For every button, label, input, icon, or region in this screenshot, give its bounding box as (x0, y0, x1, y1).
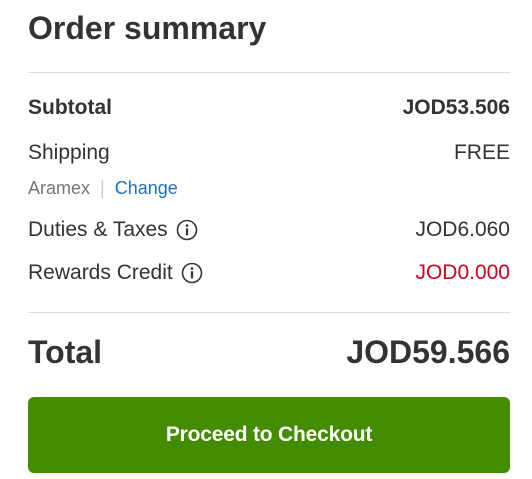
shipping-carrier: Aramex (28, 178, 91, 198)
proceed-to-checkout-button[interactable]: Proceed to Checkout (28, 397, 510, 473)
total-row: Total JOD59.566 (28, 334, 510, 371)
change-shipping-link[interactable]: Change (115, 178, 178, 199)
shipping-row: Shipping FREE (28, 141, 510, 165)
duties-row: Duties & Taxes JOD6.060 (28, 218, 510, 242)
total-label: Total (28, 334, 103, 370)
rewards-label-group: Rewards Credit (28, 261, 203, 285)
duties-label: Duties & Taxes (28, 218, 168, 241)
duties-info-icon[interactable] (176, 219, 198, 241)
order-summary-title: Order summary (28, 10, 267, 46)
rewards-value: JOD0.000 (415, 261, 510, 284)
divider-top (28, 72, 510, 73)
shipping-value: FREE (453, 141, 510, 164)
subtotal-label: Subtotal (28, 96, 112, 119)
duties-label-group: Duties & Taxes (28, 218, 198, 242)
carrier-separator: | (100, 178, 105, 198)
duties-value: JOD6.060 (415, 218, 510, 241)
subtotal-value: JOD53.506 (402, 96, 510, 119)
rewards-info-icon[interactable] (181, 262, 203, 284)
rewards-row: Rewards Credit JOD0.000 (28, 261, 510, 285)
shipping-carrier-line: Aramex | Change (28, 178, 178, 199)
shipping-label: Shipping (28, 141, 110, 164)
subtotal-row: Subtotal JOD53.506 (28, 96, 510, 120)
order-summary-panel: Order summary Subtotal JOD53.506 Shippin… (0, 0, 532, 479)
rewards-label: Rewards Credit (28, 261, 173, 284)
divider-bottom (28, 312, 510, 313)
total-value: JOD59.566 (346, 334, 510, 370)
